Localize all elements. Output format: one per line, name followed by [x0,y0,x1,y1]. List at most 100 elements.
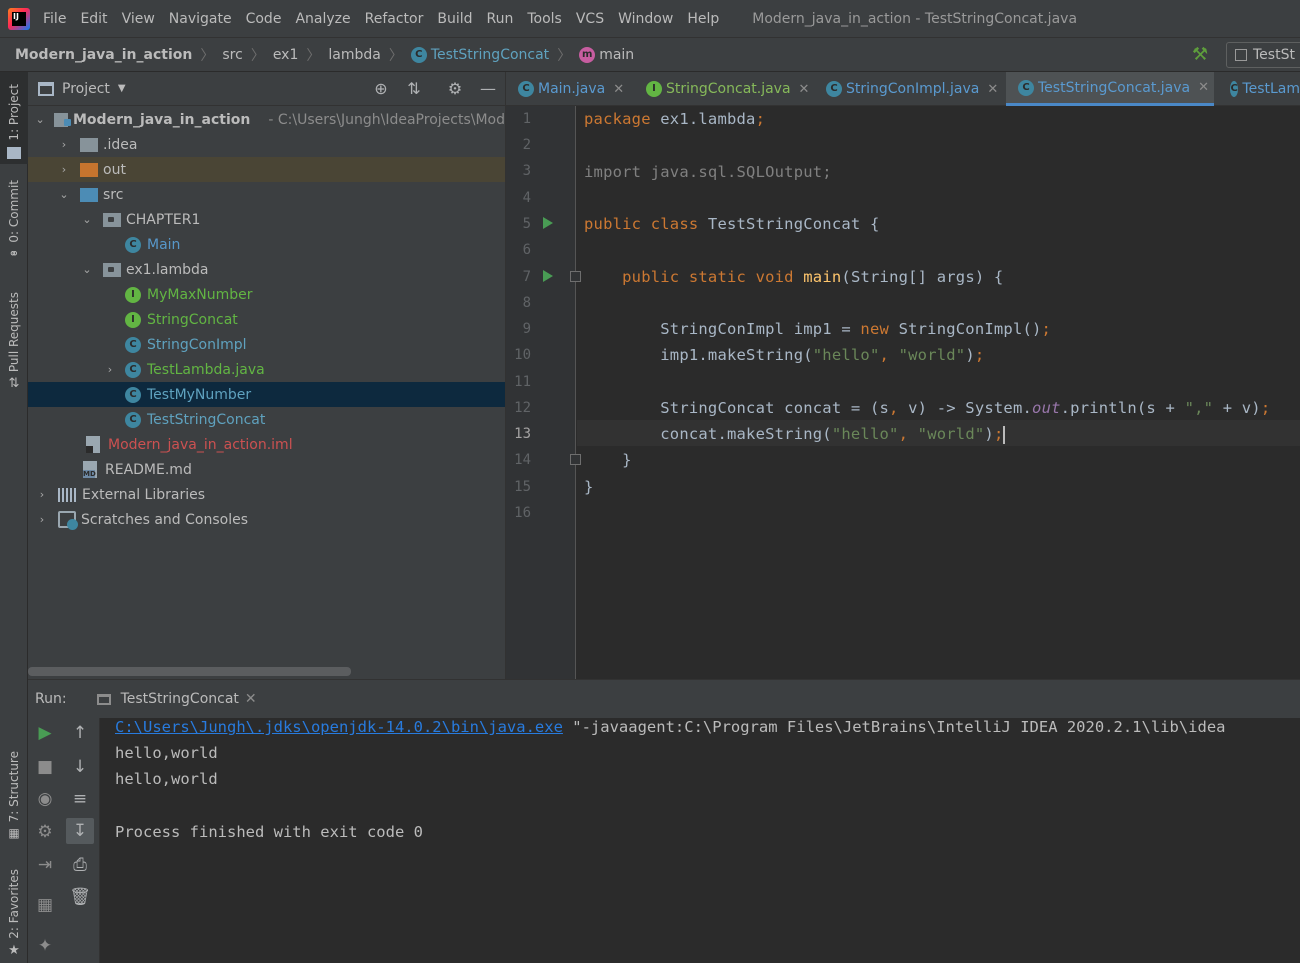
code-line-7[interactable]: public static void main(String[] args) { [584,268,1003,286]
menu-tools[interactable]: Tools [520,11,569,27]
tree-item-testlambda[interactable]: › C TestLambda.java [28,357,505,382]
breadcrumb-method[interactable]: m main [579,46,634,63]
class-icon: C [826,81,842,97]
tree-item-stringconcat[interactable]: I StringConcat [28,307,505,332]
tree-item-chapter1[interactable]: ⌄ CHAPTER1 [28,207,505,232]
soft-wrap-icon[interactable]: ≡ [66,786,94,812]
exit-icon[interactable]: ⇥ [28,852,62,878]
close-icon[interactable]: ✕ [613,82,624,97]
chevron-down-icon[interactable]: ⌄ [56,188,72,201]
close-icon[interactable]: ✕ [245,691,257,707]
tab-stringconcat-java[interactable]: I StringConcat.java ✕ [634,72,812,106]
breadcrumb-lambda[interactable]: lambda [328,47,380,63]
breadcrumb-src[interactable]: src [222,47,242,63]
java-exe-link[interactable]: C:\Users\Jungh\.jdks\openjdk-14.0.2\bin\… [115,718,563,736]
locate-icon[interactable]: ⊕ [372,80,390,98]
chevron-right-icon[interactable]: › [34,488,50,501]
close-icon[interactable]: ✕ [987,82,998,97]
menu-window[interactable]: Window [611,11,680,27]
code-line-1[interactable]: package ex1.lambda; [584,110,765,128]
rerun-icon[interactable]: ▶ [28,720,62,746]
close-icon[interactable]: ✕ [1198,80,1209,95]
tab-testlambda-java[interactable]: C TestLam [1218,72,1300,106]
pin-icon[interactable]: ✦ [28,933,62,959]
chevron-down-icon[interactable]: ⌄ [79,213,95,226]
menu-edit[interactable]: Edit [73,11,114,27]
breadcrumb-class[interactable]: C TestStringConcat [410,46,549,63]
minimize-icon[interactable]: — [479,80,497,98]
tree-item-main[interactable]: C Main [28,232,505,257]
code-line-9[interactable]: StringConImpl imp1 = new StringConImpl()… [584,320,1051,338]
tree-label: TestMyNumber [147,386,252,403]
tool-tab-pull-requests[interactable]: Pull Requests ⇅ [0,292,28,402]
tree-item-stringconimpl[interactable]: C StringConImpl [28,332,505,357]
menu-vcs[interactable]: VCS [569,11,611,27]
breadcrumb-ex1[interactable]: ex1 [273,47,299,63]
code-line-13[interactable]: concat.makeString("hello", "world"); [584,425,1006,444]
tab-main-java[interactable]: C Main.java ✕ [506,72,626,106]
gear-icon[interactable]: ⚙ [446,80,464,98]
run-gutter-icon[interactable] [543,270,553,282]
tree-item-teststringconcat[interactable]: C TestStringConcat [28,407,505,432]
menu-file[interactable]: File [36,11,73,27]
tool-tab-favorites[interactable]: 2: Favorites ★ [0,869,28,963]
chevron-right-icon[interactable]: › [56,163,72,176]
breadcrumb-project[interactable]: Modern_java_in_action [15,47,192,63]
tree-item-idea[interactable]: › .idea [28,132,505,157]
tool-tab-commit[interactable]: 0: Commit ⚭ [0,180,28,270]
camera-icon[interactable]: ◉ [28,786,62,812]
tree-item-src[interactable]: ⌄ src [28,182,505,207]
print-icon[interactable]: ⎙ [66,852,94,878]
chevron-down-icon[interactable]: ⌄ [34,113,46,126]
tree-item-external-libraries[interactable]: › External Libraries [28,482,505,507]
menu-refactor[interactable]: Refactor [358,11,431,27]
tool-tab-project[interactable]: 1: Project [0,72,28,164]
tab-stringconimpl-java[interactable]: C StringConImpl.java ✕ [814,72,1010,106]
code-line-15[interactable]: } [584,478,594,496]
tree-item-readme[interactable]: MD README.md [28,457,505,482]
build-hammer-icon[interactable]: ⚒ [1192,44,1212,65]
chevron-right-icon[interactable]: › [102,363,118,376]
chevron-down-icon[interactable]: ⌄ [79,263,95,276]
close-icon[interactable]: ✕ [799,82,810,97]
tree-item-out[interactable]: › out [28,157,505,182]
arrow-down-icon[interactable]: ↓ [66,754,94,780]
menu-view[interactable]: View [115,11,162,27]
run-config-selector[interactable]: TestSt [1226,42,1300,68]
tree-item-ex1-lambda[interactable]: ⌄ ex1.lambda [28,257,505,282]
layout-icon[interactable]: ▦ [28,892,62,918]
fold-icon[interactable] [570,454,581,465]
menu-navigate[interactable]: Navigate [162,11,239,27]
menu-code[interactable]: Code [239,11,289,27]
menu-analyze[interactable]: Analyze [288,11,357,27]
tab-teststringconcat-java[interactable]: C TestStringConcat.java ✕ [1006,72,1214,106]
run-gutter-icon[interactable] [543,217,553,229]
horizontal-scrollbar[interactable] [28,667,351,676]
trash-icon[interactable]: 🗑 [66,884,94,910]
scroll-to-end-icon[interactable]: ↧ [66,818,94,844]
chevron-right-icon[interactable]: › [34,513,50,526]
tool-tab-structure[interactable]: 7: Structure ▦ [0,751,28,851]
code-line-3[interactable]: import java.sql.SQLOutput; [584,163,832,181]
settings-icon[interactable]: ⚙ [28,819,62,845]
fold-icon[interactable] [570,271,581,282]
menu-help[interactable]: Help [680,11,726,27]
code-line-10[interactable]: imp1.makeString("hello", "world"); [584,346,984,364]
run-tab-teststringconcat[interactable]: TestStringConcat ✕ [96,691,257,707]
collapse-all-icon[interactable]: ⇅ [405,80,423,98]
code-line-5[interactable]: public class TestStringConcat { [584,215,880,233]
tree-item-mymaxnumber[interactable]: I MyMaxNumber [28,282,505,307]
tree-item-root[interactable]: ⌄ Modern_java_in_action - C:\Users\Jungh… [28,107,506,132]
tree-item-scratches[interactable]: › Scratches and Consoles [28,507,505,532]
project-view-selector[interactable]: Project [62,81,110,97]
arrow-up-icon[interactable]: ↑ [66,720,94,746]
chevron-down-icon[interactable]: ▼ [118,83,126,94]
tree-item-iml[interactable]: Modern_java_in_action.iml [28,432,505,457]
tree-item-testmynumber[interactable]: C TestMyNumber [28,382,505,407]
code-line-12[interactable]: StringConcat concat = (s, v) -> System.o… [584,399,1270,417]
menu-build[interactable]: Build [430,11,479,27]
code-line-14[interactable]: } [584,451,632,469]
chevron-right-icon[interactable]: › [56,138,72,151]
menu-run[interactable]: Run [480,11,521,27]
stop-icon[interactable]: ■ [28,754,62,780]
